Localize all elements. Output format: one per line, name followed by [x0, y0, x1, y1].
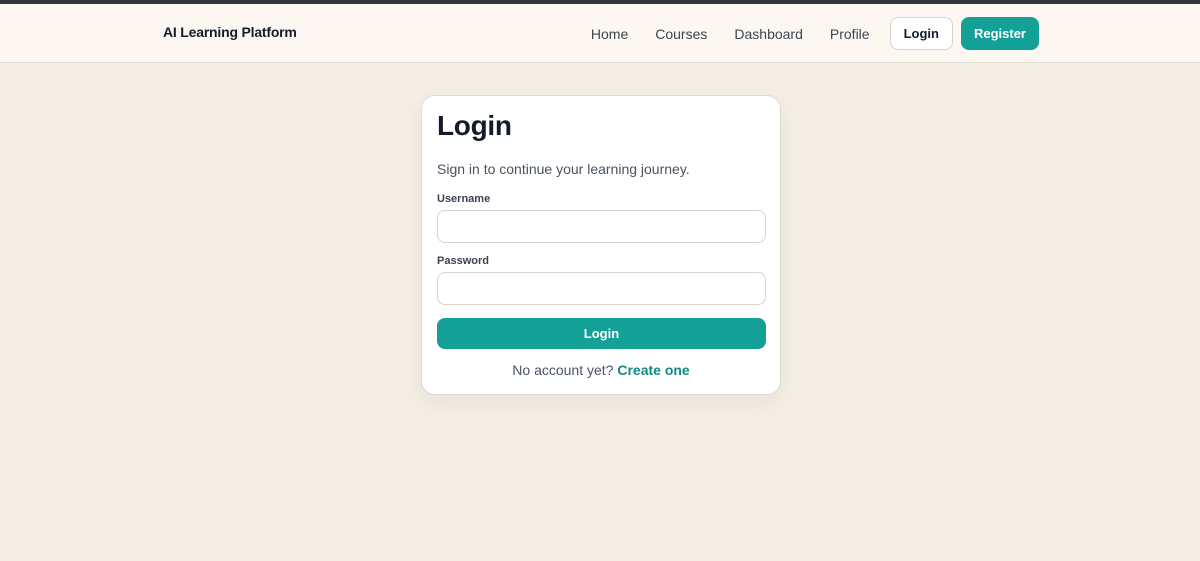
create-account-link[interactable]: Create one: [617, 362, 689, 378]
navbar: AI Learning Platform Home Courses Dashbo…: [0, 4, 1200, 63]
nav-link-courses[interactable]: Courses: [655, 26, 707, 42]
brand-title[interactable]: AI Learning Platform: [163, 24, 297, 40]
password-input[interactable]: [437, 272, 766, 305]
password-label: Password: [437, 255, 489, 267]
signup-prompt-text: No account yet?: [512, 362, 614, 378]
nav-link-home[interactable]: Home: [591, 26, 628, 42]
login-subtitle: Sign in to continue your learning journe…: [437, 161, 690, 177]
login-card: Login Sign in to continue your learning …: [421, 95, 781, 395]
signup-prompt: No account yet? Create one: [422, 362, 780, 378]
nav-register-button[interactable]: Register: [960, 17, 1039, 50]
nav-link-dashboard[interactable]: Dashboard: [734, 26, 803, 42]
username-label: Username: [437, 193, 491, 205]
nav-link-profile[interactable]: Profile: [830, 26, 870, 42]
login-submit-button[interactable]: Login: [437, 318, 766, 349]
nav-links: Home Courses Dashboard Profile Login Reg…: [591, 17, 1039, 50]
nav-login-button[interactable]: Login: [889, 17, 953, 50]
login-title: Login: [437, 110, 512, 141]
username-input[interactable]: [437, 210, 766, 243]
